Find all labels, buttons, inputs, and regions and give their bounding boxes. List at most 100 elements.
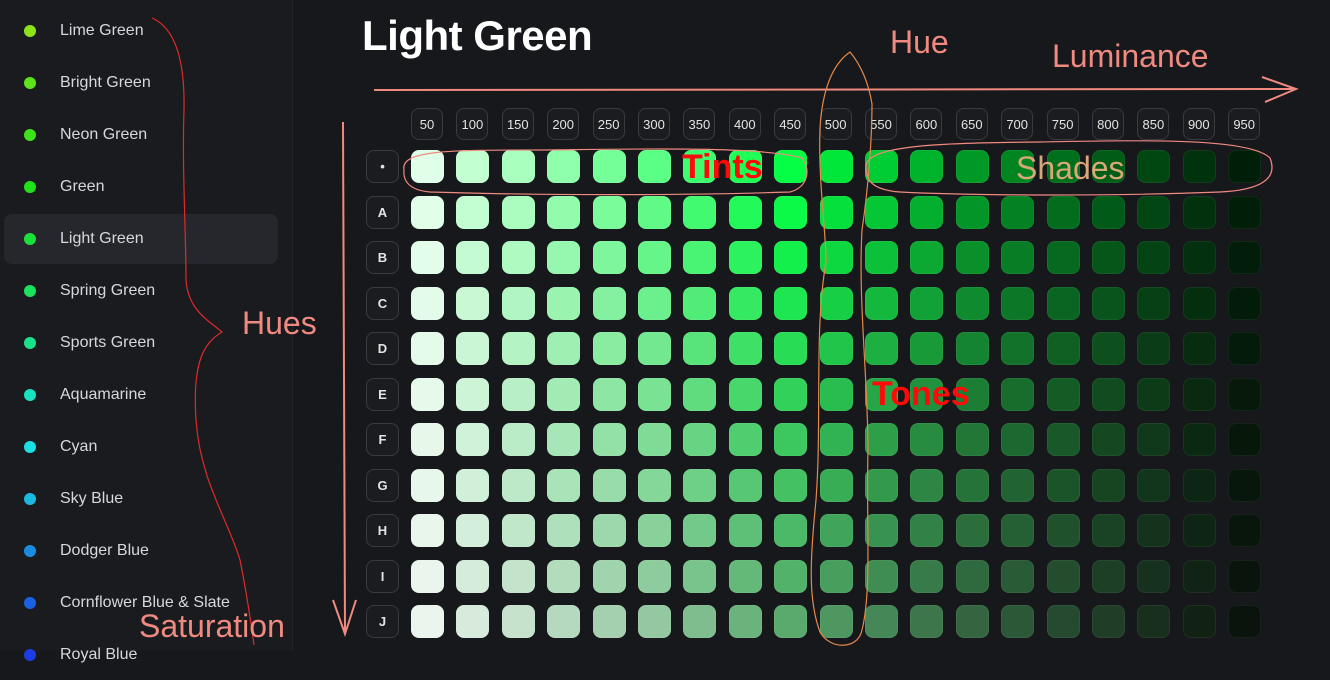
color-swatch[interactable] [547,423,581,456]
color-swatch[interactable] [910,286,944,320]
color-swatch[interactable] [638,195,671,229]
color-swatch[interactable] [1092,559,1125,593]
color-swatch[interactable] [592,241,626,274]
color-swatch[interactable] [819,559,853,593]
color-swatch[interactable] [501,241,535,274]
row-header[interactable]: C [366,286,399,320]
color-swatch[interactable] [592,423,626,456]
color-swatch[interactable] [1046,332,1080,365]
color-swatch[interactable] [865,332,898,365]
color-swatch[interactable] [1137,150,1171,183]
color-swatch[interactable] [774,559,808,593]
color-swatch[interactable] [1001,332,1035,365]
color-swatch[interactable] [955,423,989,456]
color-swatch[interactable] [1137,241,1171,274]
color-swatch[interactable] [865,559,898,593]
color-swatch[interactable] [411,423,444,456]
color-swatch[interactable] [638,514,671,547]
color-swatch[interactable] [1137,195,1171,229]
row-header[interactable]: E [366,377,399,411]
color-swatch[interactable] [456,150,490,183]
color-swatch[interactable] [819,195,853,229]
color-swatch[interactable] [910,150,944,183]
color-swatch[interactable] [501,286,535,320]
sidebar-item-aquamarine[interactable]: Aquamarine [4,370,278,420]
color-swatch[interactable] [638,559,671,593]
color-swatch[interactable] [819,423,853,456]
color-swatch[interactable] [910,423,944,456]
color-swatch[interactable] [683,195,717,229]
color-swatch[interactable] [865,241,898,274]
color-swatch[interactable] [1182,423,1216,456]
color-swatch[interactable] [1228,150,1262,183]
color-swatch[interactable] [1228,514,1262,547]
color-swatch[interactable] [728,195,762,229]
color-swatch[interactable] [683,514,717,547]
color-swatch[interactable] [1046,241,1080,274]
color-swatch[interactable] [1137,514,1171,547]
color-swatch[interactable] [547,468,581,502]
color-swatch[interactable] [456,241,490,274]
color-swatch[interactable] [910,377,944,411]
color-swatch[interactable] [547,286,581,320]
color-swatch[interactable] [638,150,671,183]
color-swatch[interactable] [638,605,671,638]
color-swatch[interactable] [955,286,989,320]
color-swatch[interactable] [728,241,762,274]
color-swatch[interactable] [1182,241,1216,274]
color-swatch[interactable] [1228,286,1262,320]
color-swatch[interactable] [774,514,808,547]
color-swatch[interactable] [728,423,762,456]
color-swatch[interactable] [1001,559,1035,593]
color-swatch[interactable] [592,377,626,411]
color-swatch[interactable] [865,468,898,502]
color-swatch[interactable] [728,468,762,502]
row-header[interactable]: I [366,559,399,593]
color-swatch[interactable] [411,605,444,638]
color-swatch[interactable] [411,286,444,320]
color-swatch[interactable] [1182,286,1216,320]
color-swatch[interactable] [774,468,808,502]
color-swatch[interactable] [728,559,762,593]
color-swatch[interactable] [1092,468,1125,502]
color-swatch[interactable] [456,286,490,320]
color-swatch[interactable] [411,332,444,365]
sidebar-item-lime-green[interactable]: Lime Green [4,6,278,56]
color-swatch[interactable] [1228,195,1262,229]
color-swatch[interactable] [683,423,717,456]
color-swatch[interactable] [638,332,671,365]
color-swatch[interactable] [1001,241,1035,274]
color-swatch[interactable] [1228,423,1262,456]
color-swatch[interactable] [592,605,626,638]
row-header[interactable]: B [366,241,399,274]
color-swatch[interactable] [910,514,944,547]
color-swatch[interactable] [1137,286,1171,320]
color-swatch[interactable] [955,241,989,274]
color-swatch[interactable] [501,468,535,502]
color-swatch[interactable] [1137,423,1171,456]
color-swatch[interactable] [1182,150,1216,183]
color-swatch[interactable] [501,423,535,456]
color-swatch[interactable] [456,377,490,411]
color-swatch[interactable] [1046,514,1080,547]
color-swatch[interactable] [683,332,717,365]
color-swatch[interactable] [411,150,444,183]
color-swatch[interactable] [456,559,490,593]
color-swatch[interactable] [547,377,581,411]
color-swatch[interactable] [1228,468,1262,502]
color-swatch[interactable] [1228,377,1262,411]
color-swatch[interactable] [910,332,944,365]
color-swatch[interactable] [910,559,944,593]
color-swatch[interactable] [865,514,898,547]
color-swatch[interactable] [683,286,717,320]
color-swatch[interactable] [592,468,626,502]
color-swatch[interactable] [865,377,898,411]
sidebar-item-dodger-blue[interactable]: Dodger Blue [4,526,278,576]
color-swatch[interactable] [501,605,535,638]
color-swatch[interactable] [1228,605,1262,638]
color-swatch[interactable] [1092,332,1125,365]
color-swatch[interactable] [819,514,853,547]
color-swatch[interactable] [501,377,535,411]
color-swatch[interactable] [1137,468,1171,502]
color-swatch[interactable] [1182,195,1216,229]
